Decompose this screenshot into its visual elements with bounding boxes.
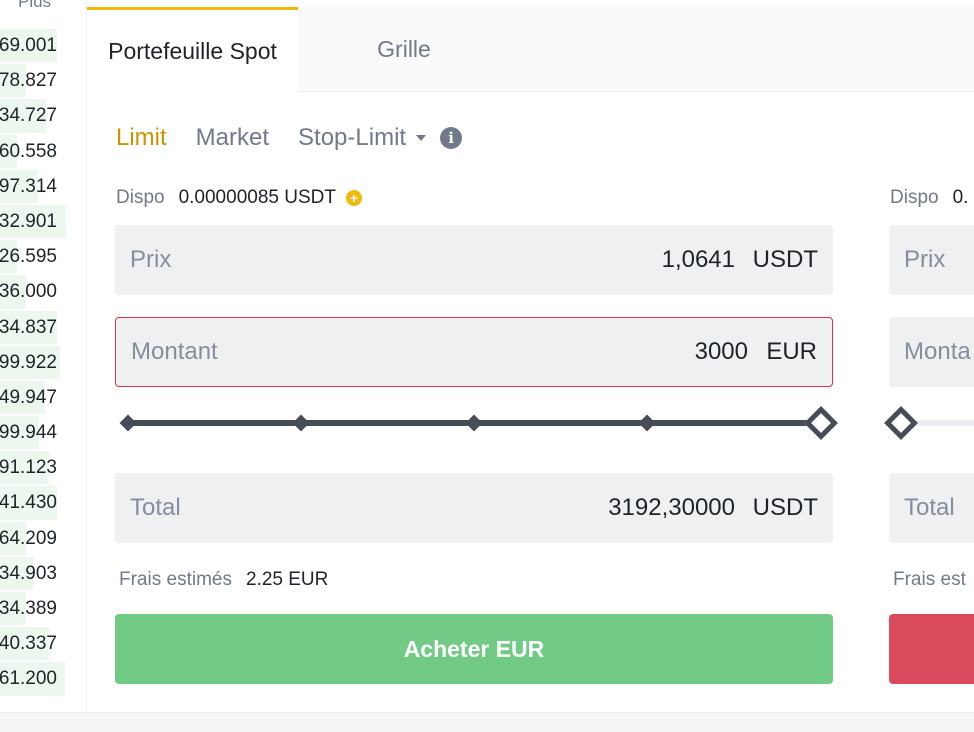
sell-amount-field[interactable]: Monta xyxy=(889,317,974,387)
sell-percent-slider[interactable] xyxy=(884,403,974,443)
caret-down-icon xyxy=(416,135,427,141)
order-book-row[interactable]: 34.727 xyxy=(0,98,86,133)
buy-percent-slider[interactable] xyxy=(118,403,838,443)
buy-price-field[interactable]: Prix 1,0641 USDT xyxy=(115,225,833,295)
vertical-divider xyxy=(86,0,87,712)
tab-spot-wallet[interactable]: Portefeuille Spot xyxy=(87,7,298,92)
order-book-row[interactable]: 41.430 xyxy=(0,485,86,520)
order-book-value: 91.123 xyxy=(0,457,57,479)
buy-eur-button[interactable]: Acheter EUR xyxy=(115,614,833,684)
order-book-value: 34.903 xyxy=(0,562,57,584)
order-book-value: 97.314 xyxy=(0,175,57,197)
bottom-bar xyxy=(0,712,974,732)
order-book-row[interactable]: 49.947 xyxy=(0,380,86,415)
order-book-row[interactable]: 61.200 xyxy=(0,661,86,696)
buy-total-unit: USDT xyxy=(752,494,818,521)
buy-price-label: Prix xyxy=(130,246,172,273)
info-icon[interactable]: i xyxy=(440,127,463,149)
order-book-row[interactable]: 99.944 xyxy=(0,415,86,450)
buy-dispo-value: 0.00000085 USDT xyxy=(178,187,336,208)
order-book-value: 36.000 xyxy=(0,281,57,303)
sell-fees-label: Frais est xyxy=(893,569,966,590)
order-book-value: 32.901 xyxy=(0,210,57,232)
sell-dispo-value: 0. xyxy=(952,187,969,208)
buy-total-value[interactable]: 3192,30000 xyxy=(608,494,735,522)
order-book-row[interactable]: 69.001 xyxy=(0,28,86,63)
order-book-row[interactable]: 78.827 xyxy=(0,63,86,98)
order-book-value: 69.001 xyxy=(0,35,57,56)
sell-total-label: Total xyxy=(904,494,955,521)
order-book-value: 99.944 xyxy=(0,422,57,444)
order-book-row[interactable]: 99.922 xyxy=(0,345,86,380)
sell-amount-label: Monta xyxy=(904,338,971,365)
buy-price-value[interactable]: 1,0641 xyxy=(662,246,735,274)
order-book-row[interactable]: 34.903 xyxy=(0,556,86,591)
order-type-stop-limit[interactable]: Stop-Limit xyxy=(298,124,427,152)
order-book-row[interactable]: 64.209 xyxy=(0,521,86,556)
buy-amount-value[interactable]: 3000 xyxy=(695,338,748,366)
order-book-value: 34.389 xyxy=(0,598,57,619)
sell-total-field[interactable]: Total xyxy=(889,473,974,543)
order-type-limit[interactable]: Limit xyxy=(116,124,167,152)
slider-node-0[interactable] xyxy=(119,414,137,432)
order-book-value: 41.430 xyxy=(0,492,57,514)
buy-total-field[interactable]: Total 3192,30000 USDT xyxy=(115,473,833,543)
buy-fees-label: Frais estimés xyxy=(119,569,232,590)
order-book-row[interactable]: 60.558 xyxy=(0,134,86,169)
sell-available-balance: Dispo 0. xyxy=(890,185,968,211)
order-book-value: 64.209 xyxy=(0,527,57,549)
slider-node-50[interactable] xyxy=(465,414,483,432)
order-book-strip: Plus 69.001 78.827 34.727 60.558 97.314 32.90… xyxy=(0,0,86,712)
sell-price-label: Prix xyxy=(904,246,946,273)
order-book-value: 40.337 xyxy=(0,633,57,655)
buy-available-balance: Dispo 0.00000085 USDT + xyxy=(116,185,362,211)
order-book-header: Plus xyxy=(18,0,52,11)
slider-node-25[interactable] xyxy=(292,414,310,432)
order-book-rows: 69.001 78.827 34.727 60.558 97.314 32.901 26.5… xyxy=(0,28,86,697)
order-book-row[interactable]: 34.389 xyxy=(0,591,86,626)
order-book-row[interactable]: 36.000 xyxy=(0,274,86,309)
sell-slider-track xyxy=(904,420,974,426)
order-book-row[interactable]: 34.837 xyxy=(0,310,86,345)
add-funds-plus-icon[interactable]: + xyxy=(345,190,362,206)
order-book-value: 99.922 xyxy=(0,351,57,373)
buy-estimated-fees: Frais estimés 2.25 EUR xyxy=(119,567,328,593)
order-book-value: 61.200 xyxy=(0,668,57,690)
sell-price-field[interactable]: Prix xyxy=(889,225,974,295)
order-book-value: 34.837 xyxy=(0,316,57,338)
order-book-value: 26.595 xyxy=(0,246,57,268)
stop-limit-label: Stop-Limit xyxy=(298,124,407,151)
sell-dispo-label: Dispo xyxy=(890,187,939,208)
buy-price-unit: USDT xyxy=(752,246,818,273)
order-book-value: 34.727 xyxy=(0,105,57,127)
order-book-row[interactable]: 26.595 xyxy=(0,239,86,274)
slider-handle[interactable] xyxy=(804,406,838,440)
order-book-row[interactable]: 97.314 xyxy=(0,169,86,204)
buy-fees-value: 2.25 EUR xyxy=(245,569,329,590)
order-book-row[interactable]: 91.123 xyxy=(0,450,86,485)
buy-amount-unit: EUR xyxy=(766,338,817,365)
wallet-tabs: Portefeuille Spot Grille xyxy=(87,7,974,92)
buy-total-label: Total xyxy=(130,494,181,521)
buy-amount-field[interactable]: Montant 3000 EUR xyxy=(115,317,833,387)
slider-node-75[interactable] xyxy=(638,414,656,432)
buy-dispo-label: Dispo xyxy=(116,187,165,208)
buy-amount-label: Montant xyxy=(131,338,218,365)
order-type-selector: Limit Market Stop-Limit i xyxy=(116,120,463,156)
order-type-market[interactable]: Market xyxy=(196,124,269,152)
order-book-row[interactable]: 32.901 xyxy=(0,204,86,239)
tab-grid[interactable]: Grille xyxy=(339,7,469,92)
order-book-value: 78.827 xyxy=(0,70,57,92)
sell-slider-handle[interactable] xyxy=(884,406,918,440)
order-book-value: 60.558 xyxy=(0,140,57,162)
sell-eur-button[interactable] xyxy=(889,614,974,684)
order-book-row[interactable]: 40.337 xyxy=(0,626,86,661)
sell-estimated-fees: Frais est xyxy=(893,567,974,593)
order-book-value: 49.947 xyxy=(0,386,57,408)
